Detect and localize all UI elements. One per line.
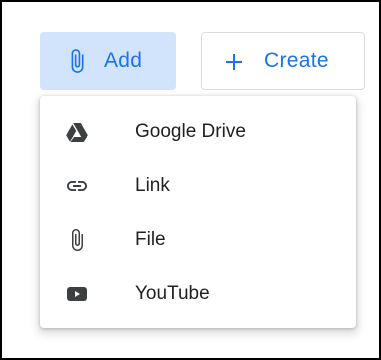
menu-item-label: Google Drive xyxy=(135,121,246,142)
menu-item-google-drive[interactable]: Google Drive xyxy=(40,105,356,159)
paperclip-icon xyxy=(65,228,89,252)
menu-item-label: YouTube xyxy=(135,283,210,304)
menu-item-file[interactable]: File xyxy=(40,213,356,267)
add-button[interactable]: Add xyxy=(40,32,176,90)
add-button-label: Add xyxy=(104,49,143,72)
google-drive-icon xyxy=(65,120,89,144)
add-menu: Google Drive Link File YouTube xyxy=(40,96,356,328)
menu-item-label: Link xyxy=(135,175,170,196)
attachment-panel: Add Create Google Drive Link File YouTub… xyxy=(0,0,381,360)
menu-item-youtube[interactable]: YouTube xyxy=(40,267,356,321)
menu-item-label: File xyxy=(135,229,166,250)
create-button[interactable]: Create xyxy=(201,32,365,90)
menu-item-link[interactable]: Link xyxy=(40,159,356,213)
plus-icon xyxy=(222,50,246,74)
link-icon xyxy=(65,174,89,198)
youtube-icon xyxy=(65,282,89,306)
paperclip-icon xyxy=(64,48,90,74)
create-button-label: Create xyxy=(264,49,329,72)
